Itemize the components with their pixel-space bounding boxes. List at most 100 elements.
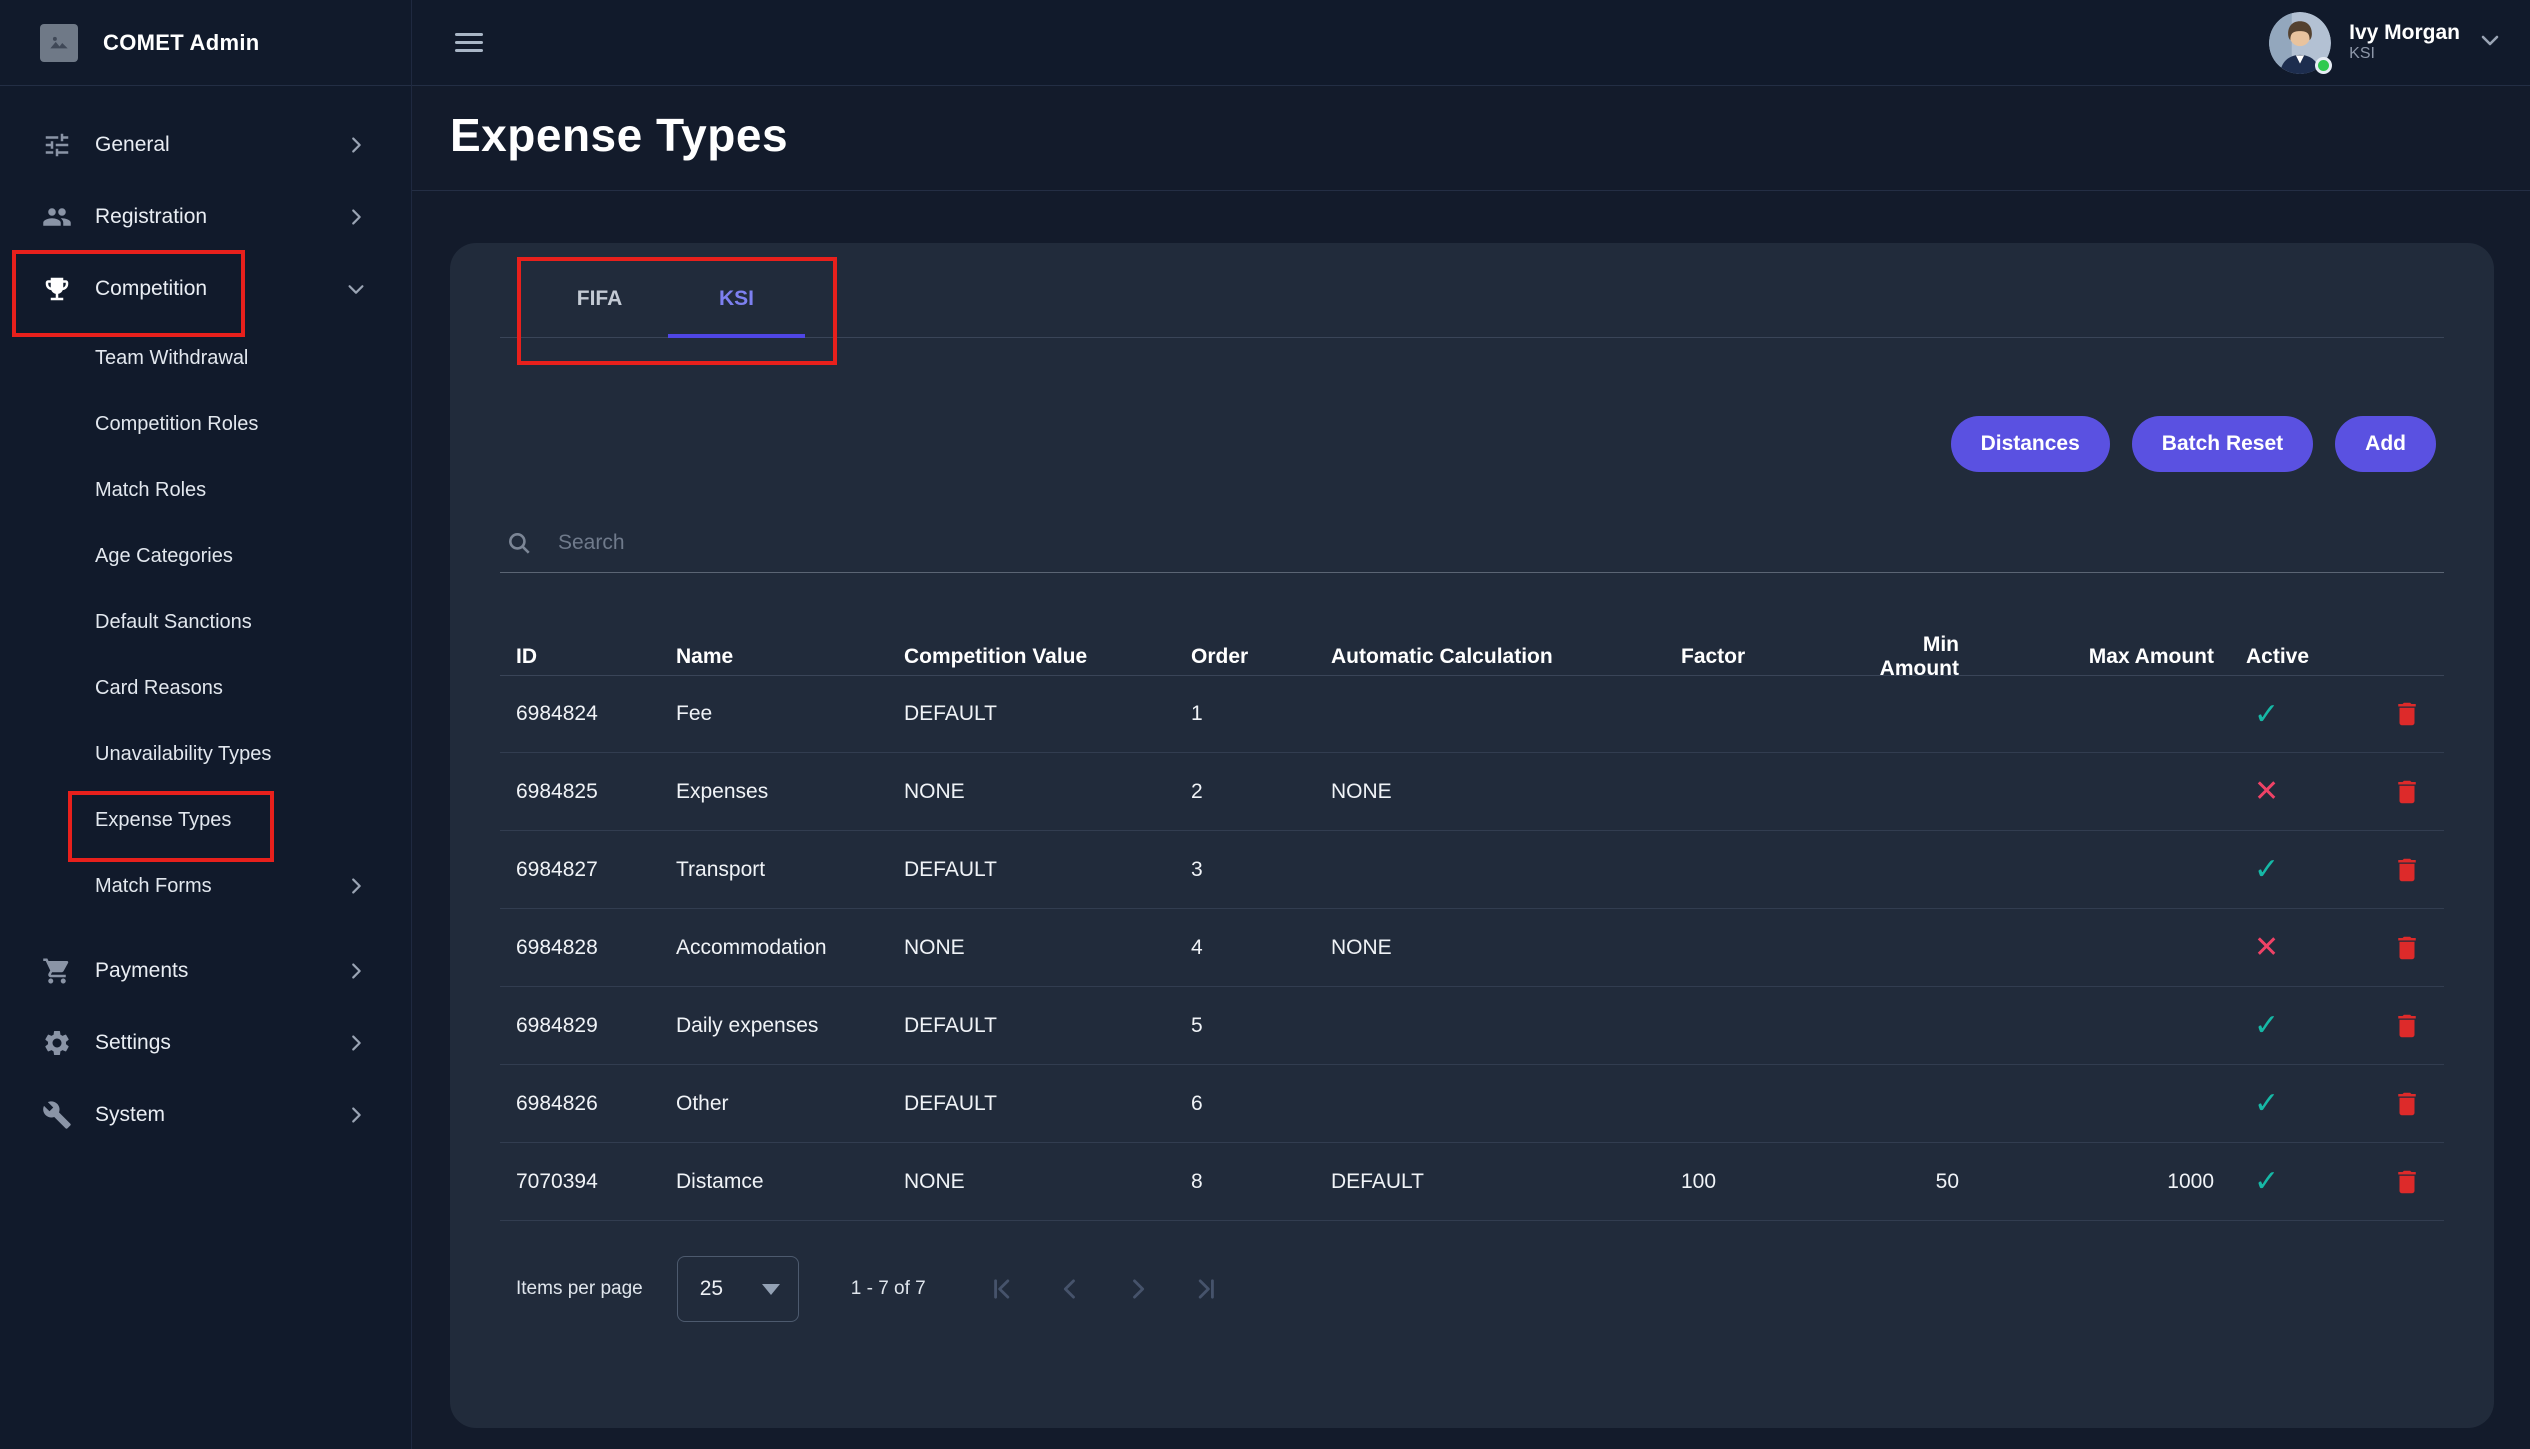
user-info: Ivy Morgan KSI [2349,21,2460,64]
sidebar-subitem[interactable]: Match Roles [0,457,411,523]
sidebar-subitem[interactable]: Team Withdrawal [0,325,411,391]
chevron-right-icon [345,206,367,228]
cell-competition-value: DEFAULT [888,1014,1175,1038]
chevron-right-icon [345,1104,367,1126]
column-header: Active [2230,645,2350,669]
sidebar-item-registration[interactable]: Registration [0,181,411,253]
batch-reset-button[interactable]: Batch Reset [2132,416,2313,472]
column-header: Max Amount [1975,645,2230,669]
delete-icon[interactable] [2392,933,2422,963]
delete-icon[interactable] [2392,777,2422,807]
sidebar-item-payments[interactable]: Payments [0,935,411,1007]
sidebar-subitem[interactable]: Age Categories [0,523,411,589]
chevron-right-icon [345,134,367,156]
delete-icon[interactable] [2392,699,2422,729]
active-status-icon: ✕ [2254,931,2279,964]
chevron-right-icon [345,960,367,982]
user-menu[interactable]: Ivy Morgan KSI [2269,12,2502,74]
add-button[interactable]: Add [2335,416,2436,472]
sidebar-subitem[interactable]: Competition Roles [0,391,411,457]
sidebar-subitem-label: Card Reasons [95,677,223,700]
user-name: Ivy Morgan [2349,21,2460,45]
sidebar-item-label: System [95,1103,165,1127]
distances-button[interactable]: Distances [1951,416,2110,472]
column-header: Name [660,645,888,669]
table-row: 6984825 Expenses NONE 2 NONE ✕ [500,753,2444,831]
sidebar: COMET Admin General Registration [0,0,412,1449]
avatar [2269,12,2331,74]
cell-id: 6984827 [500,858,660,882]
sidebar-subitem[interactable]: Match Forms [0,853,411,919]
table-row: 6984824 Fee DEFAULT 1 ✓ [500,675,2444,753]
active-status-icon: ✕ [2254,775,2279,808]
active-status-icon: ✓ [2254,853,2279,886]
cell-order: 4 [1175,936,1315,960]
topbar: Ivy Morgan KSI [412,0,2530,86]
items-per-page-select[interactable]: 25 [677,1256,799,1322]
cell-name: Other [660,1092,888,1116]
delete-icon[interactable] [2392,855,2422,885]
brand-title: COMET Admin [103,30,259,56]
cell-id: 7070394 [500,1170,660,1194]
paginator: Items per page 25 1 - 7 of 7 [500,1256,2444,1322]
sidebar-subitem-label: Unavailability Types [95,743,271,766]
cell-order: 8 [1175,1170,1315,1194]
first-page-icon[interactable] [982,1269,1022,1309]
sidebar-item-system[interactable]: System [0,1079,411,1151]
cell-id: 6984826 [500,1092,660,1116]
sidebar-subitem-label: Expense Types [95,809,231,832]
active-status-icon: ✓ [2254,1165,2279,1198]
sidebar-subitem-label: Default Sanctions [95,611,252,634]
sidebar-item-competition[interactable]: Competition [0,253,411,325]
active-status-icon: ✓ [2254,1087,2279,1120]
sidebar-item-label: Registration [95,205,207,229]
previous-page-icon[interactable] [1050,1269,1090,1309]
hamburger-menu-icon[interactable] [455,33,483,52]
sidebar-item-settings[interactable]: Settings [0,1007,411,1079]
table-row: 7070394 Distamce NONE 8 DEFAULT 100 50 1… [500,1143,2444,1221]
tab-fifa[interactable]: FIFA [531,287,668,337]
delete-icon[interactable] [2392,1167,2422,1197]
gear-icon [40,1026,74,1060]
active-status-icon: ✓ [2254,698,2279,731]
sidebar-item-label: Competition [95,277,207,301]
sidebar-subitem[interactable]: Expense Types [0,787,411,853]
main-content: Expense Types FIFA KSI Distances Batch R… [412,86,2530,1449]
tab-ksi[interactable]: KSI [668,287,805,337]
people-icon [40,200,74,234]
cell-id: 6984828 [500,936,660,960]
sidebar-subitem[interactable]: Card Reasons [0,655,411,721]
page-range-label: 1 - 7 of 7 [851,1278,926,1300]
chevron-down-icon [345,278,367,300]
online-status-dot [2315,57,2332,74]
column-header: ID [500,645,660,669]
expense-types-card: FIFA KSI Distances Batch Reset Add ID Na… [450,243,2494,1428]
toolbar: Distances Batch Reset Add [500,416,2444,472]
search-bar [500,530,2444,573]
cell-competition-value: DEFAULT [888,1092,1175,1116]
search-input[interactable] [558,531,2444,555]
sidebar-subitem-label: Match Roles [95,479,206,502]
sidebar-subitem[interactable]: Default Sanctions [0,589,411,655]
items-per-page-label: Items per page [516,1278,643,1300]
cell-name: Transport [660,858,888,882]
app-root: COMET Admin General Registration [0,0,2530,1449]
page-title: Expense Types [450,108,2530,162]
last-page-icon[interactable] [1186,1269,1226,1309]
delete-icon[interactable] [2392,1011,2422,1041]
cell-order: 2 [1175,780,1315,804]
next-page-icon[interactable] [1118,1269,1158,1309]
table-header-row: ID Name Competition Value Order Automati… [500,633,2444,675]
sidebar-subitem[interactable]: Unavailability Types [0,721,411,787]
cell-min-amount: 50 [1835,1170,1975,1194]
cell-order: 6 [1175,1092,1315,1116]
sidebar-subitem-label: Match Forms [95,875,212,898]
column-header: Order [1175,645,1315,669]
sidebar-item-general[interactable]: General [0,109,411,181]
cell-competition-value: DEFAULT [888,702,1175,726]
cell-name: Accommodation [660,936,888,960]
delete-icon[interactable] [2392,1089,2422,1119]
competition-submenu: Team Withdrawal Competition Roles Match … [0,325,411,919]
cell-competition-value: NONE [888,936,1175,960]
active-status-icon: ✓ [2254,1009,2279,1042]
